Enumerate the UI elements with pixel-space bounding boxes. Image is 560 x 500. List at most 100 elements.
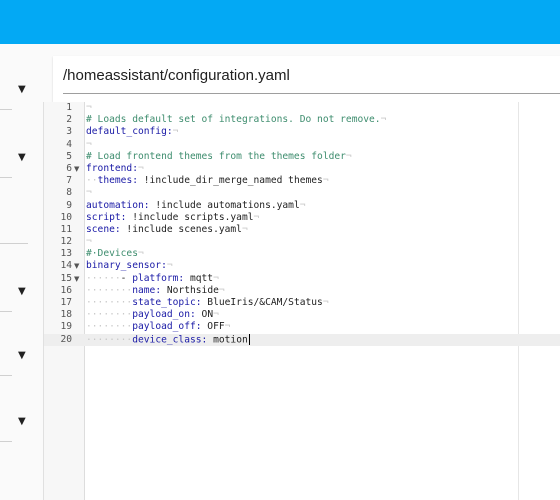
code-token: frontend:	[86, 162, 138, 174]
line-text: ········payload_off: OFF¬	[86, 321, 230, 333]
code-line[interactable]: 2 # Loads default set of integrations. Do…	[44, 114, 560, 126]
code-line[interactable]: 5 # Load frontend themes from the themes …	[44, 151, 560, 163]
code-token: scene:	[86, 223, 121, 235]
line-text: default_config:¬	[86, 126, 178, 138]
code-line[interactable]: 20 ········device_class: motion	[44, 333, 560, 346]
code-line[interactable]: 1 ¬	[44, 102, 560, 114]
code-token: name:	[132, 284, 162, 296]
line-text: ¬	[86, 236, 92, 248]
code-token: ¬	[86, 187, 92, 199]
sidebar-item-4[interactable]: ▼	[0, 336, 42, 376]
line-text: ¬	[86, 187, 92, 199]
line-text: ········name: Northside¬	[86, 285, 225, 297]
line-number: 8	[66, 187, 72, 199]
code-line[interactable]: 14 ▼ binary_sensor:¬	[44, 260, 560, 272]
line-number: 13	[60, 248, 72, 260]
code-token: ········	[86, 309, 133, 321]
code-line[interactable]: 10 script: !include scripts.yaml¬	[44, 212, 560, 224]
code-token: payload_on:	[132, 309, 196, 321]
code-token: -	[120, 272, 133, 284]
code-token: default_config:	[86, 126, 173, 138]
item-divider	[0, 177, 12, 178]
code-token: binary_sensor:	[86, 260, 167, 272]
line-number: 1	[66, 102, 72, 113]
code-line[interactable]: 13 #·Devices¬	[44, 248, 560, 260]
line-number: 3	[66, 126, 72, 138]
file-path-title: /homeassistant/configuration.yaml	[63, 67, 290, 84]
line-text: ········state_topic: BlueIris/&CAM/Statu…	[86, 297, 329, 309]
code-token: device_class:	[132, 334, 208, 346]
fold-toggle-icon[interactable]: ▼	[74, 260, 82, 272]
code-line[interactable]: 7 ··themes: !include_dir_merge_named them…	[44, 175, 560, 187]
line-number: 20	[60, 333, 72, 345]
code-token: ¬	[86, 138, 92, 150]
code-line[interactable]: 8 ¬	[44, 187, 560, 199]
code-line[interactable]: 9 automation: !include automations.yaml¬	[44, 200, 560, 212]
code-token: # Loads default set of integrations. Do …	[86, 114, 381, 126]
line-text: #·Devices¬	[86, 248, 144, 260]
code-token: ¬	[322, 175, 329, 187]
code-token: automation:	[86, 199, 150, 211]
line-number: 19	[60, 321, 72, 333]
line-number: 16	[60, 284, 72, 296]
code-line[interactable]: 17 ········state_topic: BlueIris/&CAM/Sta…	[44, 297, 560, 309]
code-editor[interactable]: 1 ¬ 2 # Loads default set of integrations. …	[43, 102, 560, 500]
chevron-down-icon: ▼	[18, 152, 26, 163]
code-token: !include_dir_merge_named themes	[138, 175, 323, 187]
code-token: ¬	[241, 223, 248, 235]
fold-toggle-icon[interactable]: ▼	[74, 163, 82, 175]
code-token: ¬	[166, 260, 173, 272]
line-number: 7	[66, 175, 72, 187]
sidebar-item-3[interactable]: ▼	[0, 272, 42, 312]
code-line[interactable]: 16 ········name: Northside¬	[44, 285, 560, 297]
code-token: ······	[86, 272, 121, 284]
code-line[interactable]: 11 scene: !include scenes.yaml¬	[44, 224, 560, 236]
code-token: state_topic:	[132, 297, 202, 308]
line-number: 10	[60, 211, 72, 223]
line-number: 12	[60, 236, 72, 248]
code-line[interactable]: 19 ········payload_off: OFF¬	[44, 321, 560, 333]
line-text: ¬	[86, 139, 92, 151]
line-number: 5	[66, 150, 72, 162]
sidebar-item-2[interactable]: ▼	[0, 138, 42, 178]
code-token: # Load frontend themes from the themes f…	[86, 150, 346, 162]
line-text: ········payload_on: ON¬	[86, 309, 219, 321]
code-token: ¬	[172, 126, 179, 138]
code-token: ¬	[213, 309, 219, 321]
code-token: Northside	[161, 284, 219, 296]
section-divider	[0, 243, 28, 244]
code-token: ¬	[299, 199, 306, 211]
sidebar-item-5[interactable]: ▼	[0, 402, 42, 442]
line-text: scene: !include scenes.yaml¬	[86, 224, 248, 236]
code-line[interactable]: 12 ¬	[44, 236, 560, 248]
code-token: !include scripts.yaml	[126, 211, 254, 223]
line-text: # Load frontend themes from the themes f…	[86, 151, 352, 163]
code-token: script:	[86, 211, 127, 223]
line-text: frontend:¬	[86, 163, 144, 175]
line-number: 17	[60, 297, 72, 308]
file-path-card[interactable]: /homeassistant/configuration.yaml	[53, 56, 560, 102]
code-token: ¬	[137, 162, 144, 174]
code-token: ¬	[86, 102, 92, 113]
chevron-down-icon: ▼	[18, 84, 26, 95]
chevron-down-icon: ▼	[18, 416, 26, 427]
line-text: script: !include scripts.yaml¬	[86, 212, 259, 224]
line-text: ¬	[86, 102, 92, 114]
code-line[interactable]: 3 default_config:¬	[44, 126, 560, 138]
line-number: 2	[66, 114, 72, 126]
fold-toggle-icon[interactable]: ▼	[74, 273, 82, 285]
item-divider	[0, 375, 12, 376]
line-text: automation: !include automations.yaml¬	[86, 200, 306, 212]
code-content[interactable]: 1 ¬ 2 # Loads default set of integrations. …	[44, 102, 560, 346]
line-number: 11	[60, 223, 72, 235]
sidebar-item-1[interactable]: ▼	[0, 70, 42, 110]
code-token: ¬	[380, 114, 387, 126]
code-line[interactable]: 15 ▼ ······- platform: mqtt¬	[44, 273, 560, 285]
line-text: binary_sensor:¬	[86, 260, 173, 272]
code-line[interactable]: 4 ¬	[44, 139, 560, 151]
chevron-down-icon: ▼	[18, 350, 26, 361]
code-line[interactable]: 6 ▼ frontend:¬	[44, 163, 560, 175]
code-line[interactable]: 18 ········payload_on: ON¬	[44, 309, 560, 321]
code-token: !include automations.yaml	[149, 199, 300, 211]
line-number: 15	[60, 272, 72, 284]
